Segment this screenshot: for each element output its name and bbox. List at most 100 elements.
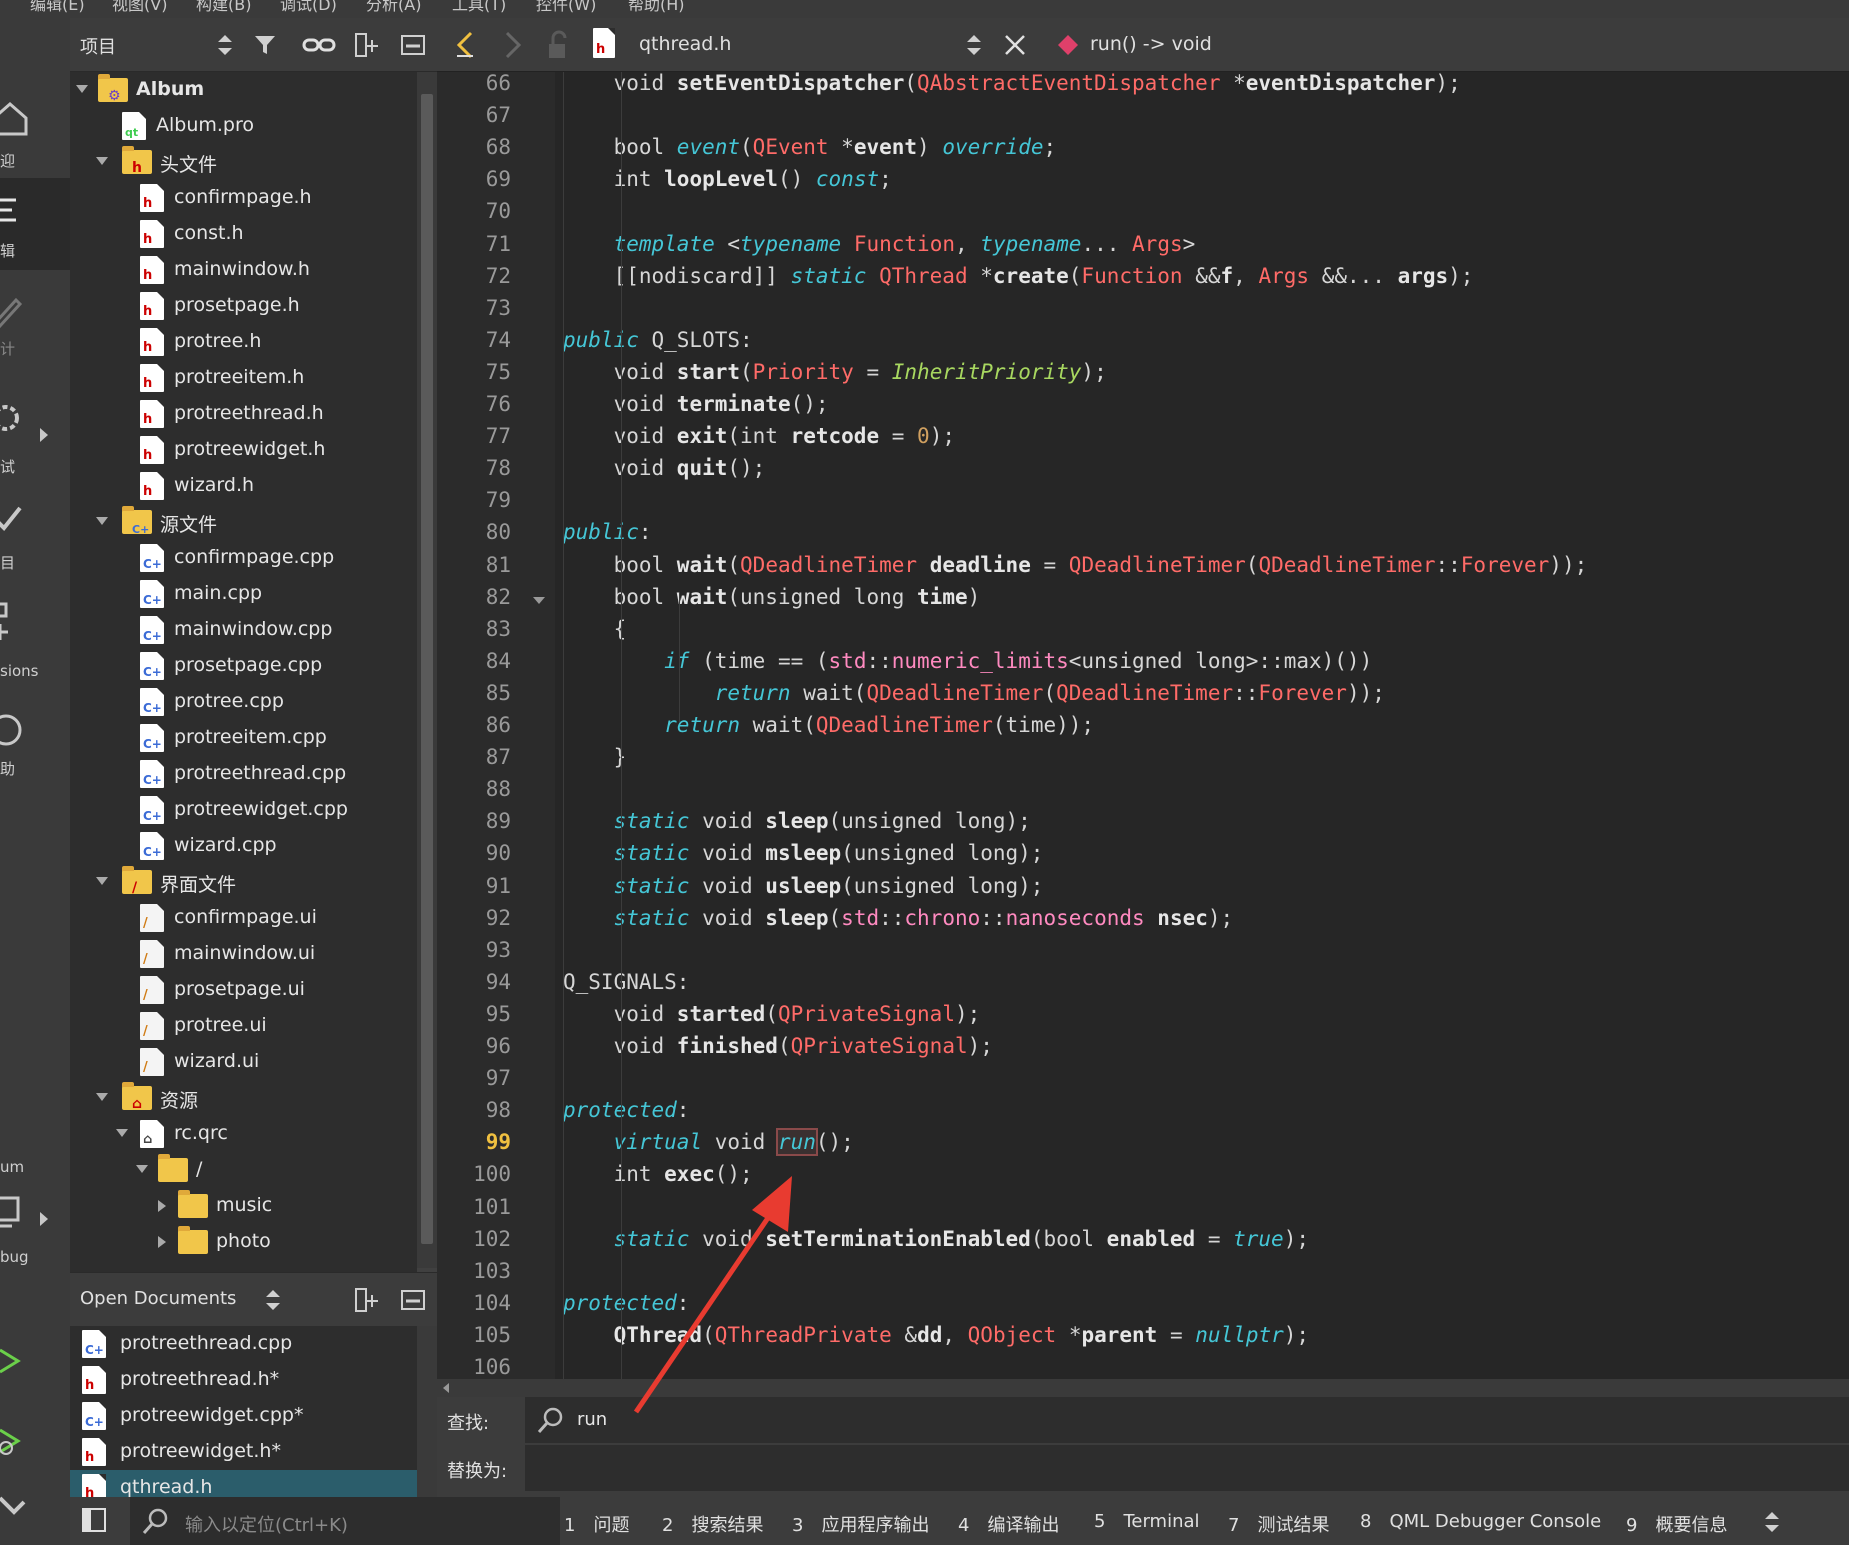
code-editor[interactable]: void setEventDispatcher(QAbstractEventDi…	[555, 72, 1849, 1379]
output-tab[interactable]: 8 QML Debugger Console	[1360, 1511, 1601, 1532]
lock-icon[interactable]	[543, 30, 573, 60]
open-document-item[interactable]: C+ protreethread.cpp	[70, 1326, 417, 1362]
output-tab[interactable]: 2 搜索结果	[662, 1511, 763, 1537]
tree-item[interactable]: C+ main.cpp	[70, 576, 417, 612]
tree-item[interactable]: h const.h	[70, 216, 417, 252]
menu-item[interactable]: 调试(D)	[280, 0, 337, 13]
chevron-down-icon[interactable]	[96, 877, 108, 885]
tree-item[interactable]: h prosetpage.h	[70, 288, 417, 324]
close-icon[interactable]	[1002, 32, 1028, 58]
find-input[interactable]: run	[525, 1397, 1849, 1443]
updown-icon[interactable]	[260, 1287, 286, 1313]
chevron-down-icon[interactable]	[96, 157, 108, 165]
output-tab[interactable]: 5 Terminal	[1094, 1511, 1200, 1532]
tree-item[interactable]: C+ protreeitem.cpp	[70, 720, 417, 756]
open-documents-scrollbar[interactable]	[417, 1326, 437, 1516]
tree-item[interactable]: C+ wizard.cpp	[70, 828, 417, 864]
editor-horizontal-scrollbar[interactable]	[437, 1379, 1849, 1397]
menu-item[interactable]: 视图(V)	[112, 0, 167, 13]
kit-selector[interactable]: um bug	[0, 1158, 70, 1278]
tree-item[interactable]: C+ mainwindow.cpp	[70, 612, 417, 648]
replace-input[interactable]	[525, 1445, 1849, 1491]
scrollbar-thumb[interactable]	[421, 94, 433, 1244]
locator-input[interactable]: 输入以定位(Ctrl+K)	[130, 1497, 560, 1545]
sidebar-toggle-icon[interactable]	[80, 1506, 110, 1536]
chevron-down-icon[interactable]	[136, 1165, 148, 1173]
tree-item[interactable]: C+ 源文件	[70, 504, 417, 540]
link-icon[interactable]	[302, 32, 336, 58]
tree-scrollbar[interactable]	[417, 72, 437, 1268]
debug-run-icon[interactable]	[0, 1426, 30, 1456]
chevron-right-icon[interactable]	[158, 1200, 166, 1212]
tree-item[interactable]: C+ prosetpage.cpp	[70, 648, 417, 684]
open-document-item[interactable]: h protreewidget.h*	[70, 1434, 417, 1470]
chevron-down-icon[interactable]	[76, 85, 88, 93]
mode-debug[interactable]: 试	[0, 390, 70, 480]
output-tab[interactable]: 1 问题	[564, 1511, 629, 1537]
open-documents-title[interactable]: Open Documents	[80, 1288, 236, 1309]
chevron-down-icon[interactable]	[96, 517, 108, 525]
tree-item[interactable]: / protree.ui	[70, 1008, 417, 1044]
tree-item[interactable]: qt Album.pro	[70, 108, 417, 144]
close-pane-icon[interactable]	[400, 32, 426, 58]
tree-item[interactable]: ⌂ 资源	[70, 1080, 417, 1116]
chevron-down-icon[interactable]	[96, 1093, 108, 1101]
mode-help[interactable]: 助	[0, 700, 70, 790]
split-icon[interactable]	[354, 32, 380, 58]
tree-item[interactable]: music	[70, 1188, 417, 1224]
tree-item[interactable]: C+ protreewidget.cpp	[70, 792, 417, 828]
output-tab[interactable]: 7 测试结果	[1228, 1511, 1329, 1537]
updown-icon[interactable]	[961, 32, 987, 58]
tree-item[interactable]: h 头文件	[70, 144, 417, 180]
filter-icon[interactable]	[253, 32, 279, 58]
tree-item[interactable]: / 界面文件	[70, 864, 417, 900]
updown-icon[interactable]	[212, 32, 238, 58]
output-tab[interactable]: 3 应用程序输出	[792, 1511, 929, 1537]
scroll-left-icon[interactable]	[443, 1383, 449, 1393]
mode-design[interactable]: 计	[0, 280, 70, 370]
mode-edit[interactable]: 辑	[0, 178, 70, 270]
tree-item[interactable]: ⚙ Album	[70, 72, 417, 108]
run-icon[interactable]	[0, 1346, 30, 1376]
output-tab[interactable]: 4 编译输出	[958, 1511, 1059, 1537]
tree-item[interactable]: h wizard.h	[70, 468, 417, 504]
mode-projects[interactable]: 目	[0, 490, 70, 580]
split-icon[interactable]	[354, 1287, 380, 1313]
tree-item[interactable]: h protreewidget.h	[70, 432, 417, 468]
editor-filename[interactable]: qthread.h	[639, 33, 731, 55]
tree-item[interactable]: /	[70, 1152, 417, 1188]
tree-item[interactable]: / confirmpage.ui	[70, 900, 417, 936]
forward-icon[interactable]	[497, 30, 527, 60]
open-document-item[interactable]: C+ protreewidget.cpp*	[70, 1398, 417, 1434]
menu-item[interactable]: 控件(W)	[536, 0, 596, 13]
open-document-item[interactable]: h protreethread.h*	[70, 1362, 417, 1398]
mode-welcome[interactable]: 迎	[0, 88, 70, 178]
build-icon[interactable]	[0, 1488, 30, 1518]
tree-item[interactable]: photo	[70, 1224, 417, 1260]
tree-item[interactable]: / wizard.ui	[70, 1044, 417, 1080]
back-icon[interactable]	[451, 30, 481, 60]
tree-item[interactable]: h mainwindow.h	[70, 252, 417, 288]
mode-extensions[interactable]: sions	[0, 590, 70, 690]
menu-item[interactable]: 帮助(H)	[628, 0, 685, 13]
chevron-down-icon[interactable]	[116, 1129, 128, 1137]
menu-item[interactable]: 工具(T)	[452, 0, 506, 13]
menu-item[interactable]: 构建(B)	[196, 0, 251, 13]
tree-item[interactable]: h protree.h	[70, 324, 417, 360]
function-selector[interactable]: run() -> void	[1090, 33, 1212, 55]
tree-item[interactable]: h protreeitem.h	[70, 360, 417, 396]
output-tab[interactable]: 9 概要信息	[1626, 1511, 1727, 1537]
menu-item[interactable]: 分析(A)	[366, 0, 421, 13]
tree-item[interactable]: h confirmpage.h	[70, 180, 417, 216]
tree-item[interactable]: h protreethread.h	[70, 396, 417, 432]
close-pane-icon[interactable]	[400, 1287, 426, 1313]
tree-item[interactable]: C+ protree.cpp	[70, 684, 417, 720]
fold-marker-icon[interactable]	[533, 596, 545, 604]
tree-item[interactable]: ⌂ rc.qrc	[70, 1116, 417, 1152]
chevron-right-icon[interactable]	[158, 1236, 166, 1248]
tree-item[interactable]: C+ protreethread.cpp	[70, 756, 417, 792]
tree-item[interactable]: / mainwindow.ui	[70, 936, 417, 972]
project-view-selector[interactable]: 项目	[80, 33, 116, 59]
tree-item[interactable]: C+ confirmpage.cpp	[70, 540, 417, 576]
tree-item[interactable]: / prosetpage.ui	[70, 972, 417, 1008]
